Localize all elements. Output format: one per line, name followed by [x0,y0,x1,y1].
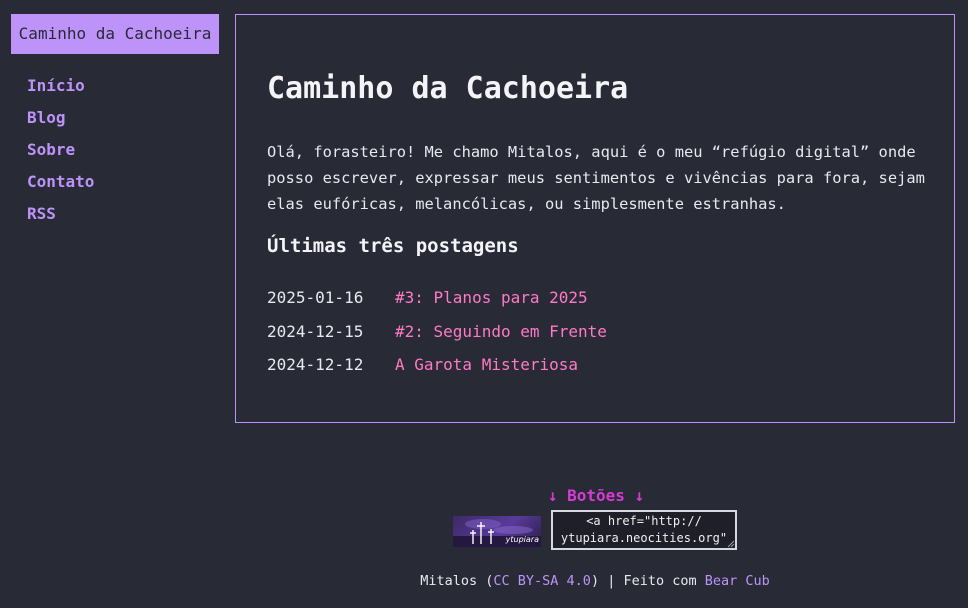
badge-label: ytupiara [505,535,539,544]
credits-prefix: Mitalos ( [420,573,494,589]
theme-link[interactable]: Bear Cub [705,573,770,589]
main-content: Caminho da Cachoeira Olá, forasteiro! Me… [235,14,955,423]
license-link[interactable]: CC BY-SA 4.0 [493,573,591,589]
sidebar-nav: Início Blog Sobre Contato RSS [27,70,94,230]
post-date: 2025-01-16 [267,288,364,307]
post-date: 2024-12-12 [267,355,364,374]
page-title: Caminho da Cachoeira [267,71,629,106]
post-link[interactable]: #3: Planos para 2025 [395,288,588,307]
site-title-button[interactable]: Caminho da Cachoeira [11,14,219,54]
recent-posts-list: 2025-01-16 #3: Planos para 2025 2024-12-1… [267,281,607,382]
footer-credits: Mitalos (CC BY-SA 4.0) | Feito com Bear … [0,573,968,589]
intro-paragraph: Olá, forasteiro! Me chamo Mitalos, aqui … [267,143,925,213]
post-link[interactable]: #2: Seguindo em Frente [395,322,607,341]
recent-posts-heading: Últimas três postagens [267,235,519,257]
buttons-heading: ↓ Botões ↓ [547,486,645,505]
site-badge-button[interactable]: ytupiara [453,516,541,547]
nav-item-rss[interactable]: RSS [27,198,94,230]
post-item: 2024-12-12 A Garota Misteriosa [267,348,607,382]
nav-item-sobre[interactable]: Sobre [27,134,94,166]
nav-item-contato[interactable]: Contato [27,166,94,198]
post-item: 2025-01-16 #3: Planos para 2025 [267,281,607,315]
embed-code-textarea[interactable]: <a href="http:// ytupiara.neocities.org" [551,510,737,550]
nav-item-blog[interactable]: Blog [27,102,94,134]
credits-middle: ) | Feito com [590,573,705,589]
post-date: 2024-12-15 [267,321,364,341]
nav-item-inicio[interactable]: Início [27,70,94,102]
resize-handle-icon[interactable] [727,540,735,548]
post-item: 2024-12-15 #2: Seguindo em Frente [267,315,607,349]
post-link[interactable]: A Garota Misteriosa [395,355,578,374]
